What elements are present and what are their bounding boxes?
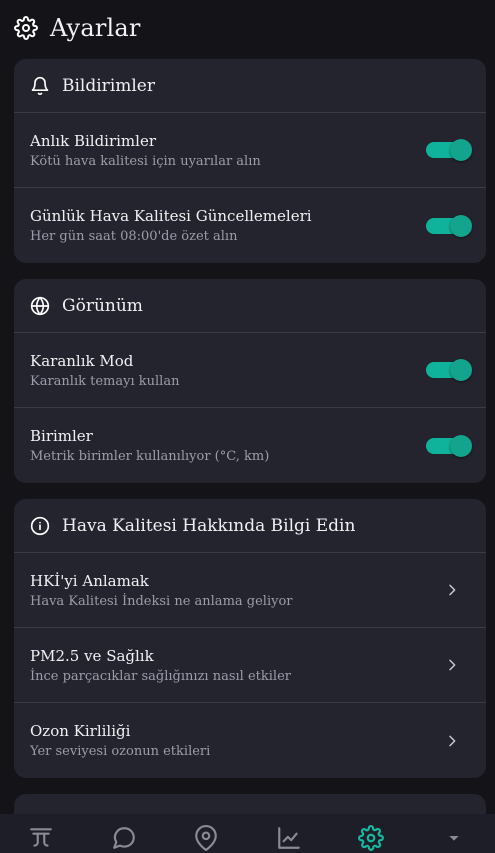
learn-row-ozone[interactable]: Ozon Kirliliği Yer seviyesi ozonun etkil… xyxy=(14,703,486,778)
row-subtitle: Kötü hava kalitesi için uyarılar alın xyxy=(30,153,261,169)
card-header: Görünüm xyxy=(14,279,486,333)
row-subtitle: Hava Kalitesi İndeksi ne anlama geliyor xyxy=(30,593,293,609)
daily-updates-toggle[interactable] xyxy=(426,214,472,237)
settings-icon xyxy=(14,16,38,40)
row-subtitle: Metrik birimler kullanılıyor (°C, km) xyxy=(30,449,270,464)
chevron-right-icon xyxy=(442,580,462,600)
air-icon[interactable] xyxy=(26,823,56,853)
card-title: Görünüm xyxy=(62,295,143,316)
row-title: Anlık Bildirimler xyxy=(30,131,156,150)
setting-row-dark-mode[interactable]: Karanlık Mod Karanlık temayı kullan xyxy=(14,333,486,408)
row-subtitle: Her gün saat 08:00'de özet alın xyxy=(30,229,238,244)
notifications-card: Bildirimler Anlık Bildirimler Kötü hava … xyxy=(14,59,486,263)
row-title: Birimler xyxy=(30,427,93,445)
row-subtitle: İnce parçacıklar sağlığınızı nasıl etkil… xyxy=(30,668,291,684)
row-title: PM2.5 ve Sağlık xyxy=(30,646,154,665)
dark-mode-toggle[interactable] xyxy=(426,359,472,381)
globe-icon xyxy=(30,296,50,316)
push-notifications-toggle[interactable] xyxy=(426,139,472,161)
bottom-nav xyxy=(0,814,495,853)
row-subtitle: Karanlık temayı kullan xyxy=(30,373,180,389)
chevron-down-icon[interactable] xyxy=(439,823,469,853)
chevron-right-icon xyxy=(442,731,462,751)
setting-row-daily-updates[interactable]: Günlük Hava Kalitesi Güncellemeleri Her … xyxy=(14,188,486,263)
learn-row-aqi[interactable]: HKİ'yi Anlamak Hava Kalitesi İndeksi ne … xyxy=(14,553,486,628)
bell-icon xyxy=(30,76,50,96)
row-subtitle: Yer seviyesi ozonun etkileri xyxy=(30,744,211,759)
card-header: Hava Kalitesi Hakkında Bilgi Edin xyxy=(14,499,486,553)
row-title: Ozon Kirliliği xyxy=(30,722,131,740)
units-toggle[interactable] xyxy=(426,434,472,457)
chat-icon[interactable] xyxy=(109,823,139,853)
page-header: Ayarlar xyxy=(0,0,495,56)
row-title: HKİ'yi Anlamak xyxy=(30,571,149,590)
info-icon xyxy=(30,516,50,536)
chevron-right-icon xyxy=(442,655,462,675)
learn-card: Hava Kalitesi Hakkında Bilgi Edin HKİ'yi… xyxy=(14,499,486,778)
card-title: Bildirimler xyxy=(62,75,155,96)
card-header: Bildirimler xyxy=(14,59,486,113)
location-icon[interactable] xyxy=(191,823,221,853)
settings-icon[interactable] xyxy=(356,823,386,853)
chart-icon[interactable] xyxy=(274,823,304,853)
appearance-card: Görünüm Karanlık Mod Karanlık temayı kul… xyxy=(14,279,486,483)
card-title: Hava Kalitesi Hakkında Bilgi Edin xyxy=(62,515,356,536)
page-title: Ayarlar xyxy=(50,14,141,42)
learn-row-pm25[interactable]: PM2.5 ve Sağlık İnce parçacıklar sağlığı… xyxy=(14,628,486,703)
row-title: Karanlık Mod xyxy=(30,351,134,370)
setting-row-push-notifications[interactable]: Anlık Bildirimler Kötü hava kalitesi içi… xyxy=(14,113,486,188)
setting-row-units[interactable]: Birimler Metrik birimler kullanılıyor (°… xyxy=(14,408,486,483)
row-title: Günlük Hava Kalitesi Güncellemeleri xyxy=(30,207,312,225)
